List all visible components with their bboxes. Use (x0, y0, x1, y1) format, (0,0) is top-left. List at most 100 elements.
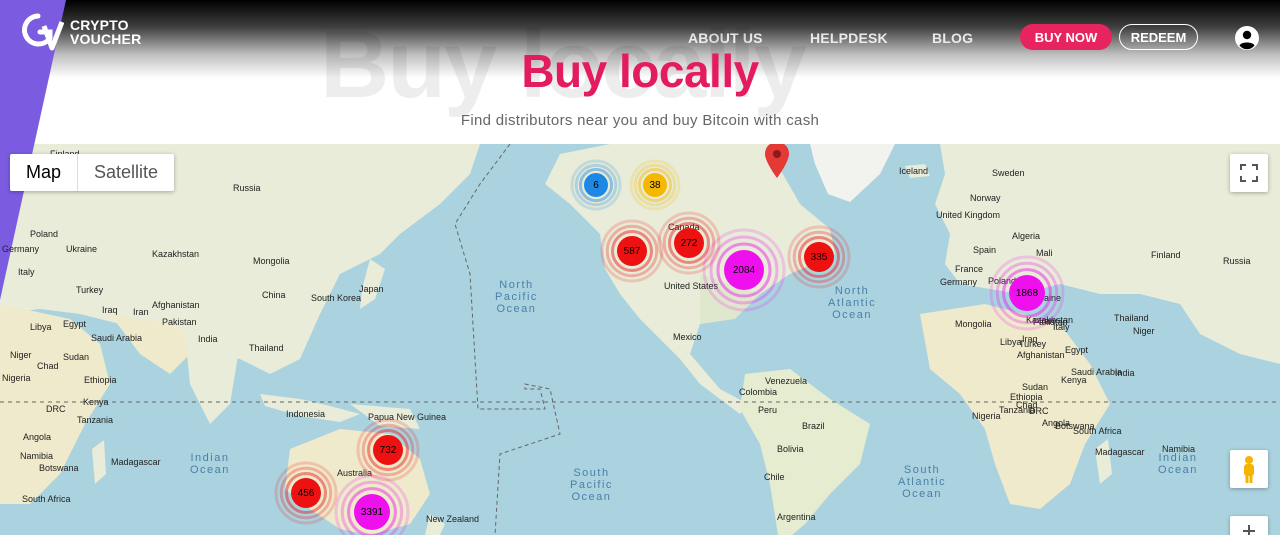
country-label: Brazil (802, 421, 825, 431)
satellite-view-button[interactable]: Satellite (78, 154, 174, 191)
country-label: Spain (973, 245, 997, 255)
country-label: Afghanistan (152, 300, 200, 310)
country-label: Peru (758, 405, 778, 415)
logo-icon (20, 12, 65, 52)
distributor-cluster-marker[interactable]: 732 (356, 418, 420, 482)
country-label: Egypt (1065, 345, 1089, 355)
distributor-cluster-marker[interactable]: 456 (274, 461, 338, 525)
country-label: New Zealand (426, 514, 480, 524)
cluster-count: 335 (810, 251, 828, 263)
country-label: Ukraine (66, 244, 98, 254)
country-label: Bolivia (777, 444, 804, 454)
cluster-count: 1868 (1015, 287, 1039, 299)
distributor-cluster-marker[interactable]: 3391 (334, 474, 410, 535)
country-label: Botswana (39, 463, 79, 473)
country-label: China (262, 290, 286, 300)
country-label: Mongolia (253, 256, 290, 266)
logo-text: CRYPTO VOUCHER (70, 18, 141, 46)
country-label: Iran (133, 307, 149, 317)
user-account-icon[interactable] (1234, 25, 1260, 51)
country-label: Thailand (249, 343, 284, 353)
distributor-cluster-marker[interactable]: 38 (629, 159, 681, 211)
country-label: United Kingdom (936, 210, 1001, 220)
country-label: Saudi Arabia (91, 333, 143, 343)
country-label: South Africa (1073, 426, 1122, 436)
pegman-icon (1244, 456, 1254, 483)
country-label: Poland (30, 229, 59, 239)
country-label: Venezuela (765, 376, 808, 386)
ocean-label: North Pacific Ocean (495, 279, 538, 315)
ocean-label: Indian Ocean (1158, 452, 1198, 476)
distributor-cluster-marker[interactable]: 272 (657, 211, 721, 275)
buy-now-button[interactable]: BUY NOW (1020, 24, 1112, 50)
fullscreen-icon (1240, 164, 1258, 182)
country-label: DRC (46, 404, 66, 414)
country-label: Algeria (1012, 231, 1041, 241)
country-label: India (198, 334, 218, 344)
ocean-label: South Atlantic Ocean (898, 464, 947, 500)
cluster-count: 2084 (732, 264, 756, 276)
cluster-count: 587 (623, 245, 641, 257)
header: Buy locally CRYPTO VOUCHER ABOUT US HELP… (0, 0, 1280, 300)
country-label: Mongolia (955, 319, 992, 329)
country-label: Madagascar (111, 457, 161, 467)
country-label: Nigeria (2, 373, 31, 383)
country-label: Germany (2, 244, 40, 254)
plus-icon (1243, 525, 1255, 535)
ocean-label: South Pacific Ocean (570, 467, 613, 503)
street-view-button[interactable] (1230, 450, 1268, 488)
country-label: Thailand (1114, 313, 1149, 323)
distributor-cluster-marker[interactable]: 2084 (702, 228, 786, 312)
country-label: Colombia (739, 387, 778, 397)
country-label: India (1115, 368, 1135, 378)
distributor-cluster-marker[interactable]: 6 (570, 159, 622, 211)
ocean-label: Indian Ocean (190, 452, 230, 476)
page-subtitle: Find distributors near you and buy Bitco… (460, 112, 820, 129)
country-label: Chile (764, 472, 785, 482)
country-label: Niger (1133, 326, 1155, 336)
zoom-in-button[interactable] (1230, 516, 1268, 535)
country-label: Italy (18, 267, 35, 277)
map-type-toggle[interactable]: Map Satellite (10, 154, 175, 191)
redeem-button[interactable]: REDEEM (1119, 24, 1198, 50)
country-label: Russia (233, 183, 261, 193)
cluster-count: 732 (379, 444, 397, 456)
distributor-cluster-marker[interactable]: 1868 (989, 255, 1065, 331)
country-label: Angola (23, 432, 52, 442)
country-label: Mexico (673, 332, 702, 342)
country-label: Iceland (899, 166, 929, 176)
country-label: France (955, 264, 984, 274)
country-label: Turkey (76, 285, 104, 295)
country-label: Tanzania (77, 415, 114, 425)
country-label: Kenya (1061, 375, 1087, 385)
cluster-count: 38 (649, 179, 661, 191)
cluster-count: 272 (680, 237, 698, 249)
country-label: Pakistan (162, 317, 197, 327)
logo-line-1: CRYPTO (70, 17, 129, 33)
country-label: Norway (970, 193, 1001, 203)
distributor-map[interactable]: Map Satellite Finland Russia Poland Germany… (0, 144, 1280, 535)
country-label: Germany (940, 277, 978, 287)
country-label: Indonesia (286, 409, 326, 419)
country-label: Japan (359, 284, 384, 294)
country-label: Kenya (83, 397, 109, 407)
country-label: Afghanistan (1017, 350, 1065, 360)
page-title: Buy locally (521, 45, 759, 97)
country-label: Namibia (20, 451, 54, 461)
logo[interactable]: CRYPTO VOUCHER (20, 12, 141, 52)
country-label: Sudan (1022, 382, 1049, 392)
map-pin-icon[interactable] (765, 144, 789, 178)
country-label: Ethiopia (84, 375, 117, 385)
country-label: South Africa (22, 494, 71, 504)
country-label: Nigeria (972, 411, 1001, 421)
country-label: Iraq (102, 305, 118, 315)
cluster-count: 456 (297, 487, 315, 499)
country-label: Madagascar (1095, 447, 1145, 457)
distributor-cluster-marker[interactable]: 587 (600, 219, 664, 283)
country-label: Libya (30, 322, 52, 332)
fullscreen-button[interactable] (1230, 154, 1268, 192)
map-view-button[interactable]: Map (10, 154, 79, 191)
country-label: Sweden (992, 168, 1025, 178)
cluster-count: 3391 (360, 506, 384, 518)
distributor-cluster-marker[interactable]: 335 (787, 225, 851, 289)
